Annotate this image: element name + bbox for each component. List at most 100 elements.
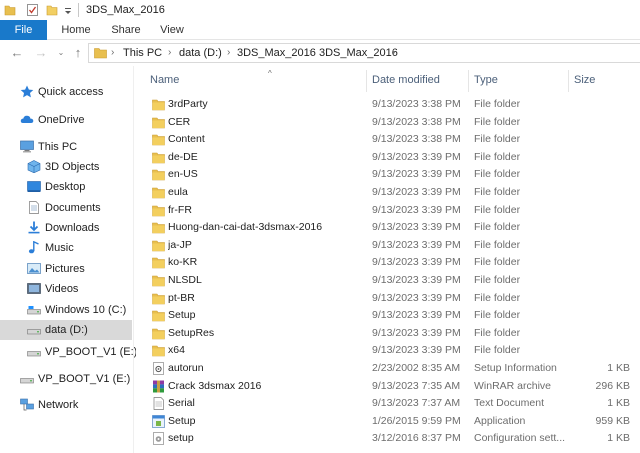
file-type: Setup Information <box>474 362 557 374</box>
file-name: Setup <box>168 414 196 427</box>
sidebar-item-this-pc[interactable]: This PC <box>0 137 132 157</box>
breadcrumb-separator: › <box>309 47 313 58</box>
column-header-type[interactable]: Type <box>474 72 566 92</box>
file-date-modified: 9/13/2023 3:39 PM <box>372 256 461 269</box>
file-date-modified: 9/13/2023 3:39 PM <box>372 291 461 304</box>
column-divider[interactable] <box>366 70 367 92</box>
tab-file[interactable]: File <box>0 20 47 40</box>
sidebar-item-vp-boot-e-root[interactable]: VP_BOOT_V1 (E:) <box>0 369 132 389</box>
table-row[interactable]: CER 9/13/2023 3:38 PM File folder <box>146 114 640 131</box>
folder-icon <box>152 275 165 287</box>
table-row[interactable]: 3rdParty 9/13/2023 3:38 PM File folder <box>146 96 640 113</box>
table-row[interactable]: pt-BR 9/13/2023 3:39 PM File folder <box>146 290 640 307</box>
file-type: Application <box>474 414 526 427</box>
sidebar-item-label: Pictures <box>45 263 85 275</box>
table-row[interactable]: eula 9/13/2023 3:39 PM File folder <box>146 184 640 201</box>
ribbon: File Home Share View <box>0 20 640 40</box>
tab-share[interactable]: Share <box>106 20 146 40</box>
tab-view[interactable]: View <box>154 20 190 40</box>
folder-icon <box>152 152 165 164</box>
new-folder-icon[interactable] <box>46 3 58 17</box>
breadcrumb-3ds-max-2016[interactable]: 3DS_Max_2016 <box>237 47 316 59</box>
table-row[interactable]: Setup 1/26/2015 9:59 PM Application 959 KB <box>146 413 640 430</box>
sidebar-item-data-d[interactable]: data (D:) <box>0 320 132 340</box>
text-document-icon <box>153 397 164 411</box>
sidebar-item-label: VP_BOOT_V1 (E:) <box>45 346 138 358</box>
sidebar-item-downloads[interactable]: Downloads <box>0 218 132 238</box>
table-row[interactable]: SetupRes 9/13/2023 3:39 PM File folder <box>146 325 640 342</box>
customize-toolbar-icon[interactable] <box>64 3 72 17</box>
table-row[interactable]: en-US 9/13/2023 3:39 PM File folder <box>146 166 640 183</box>
sidebar-item-onedrive[interactable]: OneDrive <box>0 110 132 130</box>
file-date-modified: 9/13/2023 7:37 AM <box>372 397 461 410</box>
column-divider[interactable] <box>568 70 569 92</box>
sidebar-item-label: Videos <box>45 283 79 295</box>
table-row[interactable]: x64 9/13/2023 3:39 PM File folder <box>146 342 640 359</box>
tab-home[interactable]: Home <box>56 20 96 40</box>
address-bar[interactable]: › This PC › data (D:) › 3DS_Max_2016 › 3… <box>88 43 640 63</box>
folder-icon <box>152 328 165 340</box>
table-row[interactable]: autorun 2/23/2002 8:35 AM Setup Informatio… <box>146 360 640 377</box>
file-type: File folder <box>474 238 521 251</box>
sidebar-item-label: Music <box>45 242 74 254</box>
table-row[interactable]: Huong-dan-cai-dat-3dsmax-2016 9/13/2023 3… <box>146 219 640 236</box>
breadcrumb-3ds-max-2016-current[interactable]: 3DS_Max_2016 <box>319 47 398 59</box>
documents-icon <box>29 201 39 214</box>
file-type: File folder <box>474 168 521 181</box>
file-name: Setup <box>168 309 196 322</box>
up-button[interactable]: ↑ <box>71 45 85 61</box>
column-header-size[interactable]: Size <box>574 72 634 92</box>
table-row[interactable]: Crack 3dsmax 2016 9/13/2023 7:35 AM WinRAR… <box>146 378 640 395</box>
sidebar-item-quick-access[interactable]: Quick access <box>0 82 132 102</box>
file-date-modified: 9/13/2023 3:39 PM <box>372 168 461 181</box>
file-date-modified: 9/13/2023 3:39 PM <box>372 238 461 251</box>
table-row[interactable]: Content 9/13/2023 3:38 PM File folder <box>146 131 640 148</box>
file-date-modified: 9/13/2023 3:39 PM <box>372 203 461 216</box>
sidebar-item-label: 3D Objects <box>45 161 100 173</box>
sidebar-item-pictures[interactable]: Pictures <box>0 259 132 279</box>
folder-icon[interactable] <box>4 3 16 17</box>
table-row[interactable]: ko-KR 9/13/2023 3:39 PM File folder <box>146 254 640 271</box>
sidebar-item-vp-boot-e[interactable]: VP_BOOT_V1 (E:) <box>0 342 137 362</box>
properties-icon[interactable] <box>26 3 39 17</box>
column-divider[interactable] <box>468 70 469 92</box>
folder-icon <box>152 187 165 199</box>
sidebar-item-label: data (D:) <box>45 324 88 336</box>
file-name: Serial <box>168 397 195 410</box>
table-row[interactable]: setup 3/12/2016 8:37 PM Configuration sett… <box>146 430 640 447</box>
breadcrumb-data-d[interactable]: data (D:) <box>179 47 222 59</box>
star-icon <box>20 85 34 98</box>
file-type: File folder <box>474 221 521 234</box>
table-row[interactable]: de-DE 9/13/2023 3:39 PM File folder <box>146 149 640 166</box>
file-date-modified: 9/13/2023 3:38 PM <box>372 115 461 128</box>
table-row[interactable]: fr-FR 9/13/2023 3:39 PM File folder <box>146 202 640 219</box>
table-row[interactable]: NLSDL 9/13/2023 3:39 PM File folder <box>146 272 640 289</box>
navigation-pane-divider[interactable] <box>133 66 134 453</box>
column-header-name[interactable]: Name ^ <box>150 69 360 92</box>
sidebar-item-music[interactable]: Music <box>0 238 132 258</box>
folder-icon <box>152 346 165 357</box>
sidebar-item-documents[interactable]: Documents <box>0 198 132 218</box>
forward-button[interactable]: → <box>34 45 48 61</box>
breadcrumb-separator: › <box>168 47 172 58</box>
table-row[interactable]: Serial 9/13/2023 7:37 AM Text Document 1 KB <box>146 395 640 412</box>
sidebar-item-label: Quick access <box>38 86 104 98</box>
column-header-label: Name <box>150 74 180 86</box>
breadcrumb-this-pc[interactable]: This PC <box>123 47 162 59</box>
sidebar-item-windows-c[interactable]: Windows 10 (C:) <box>0 300 132 320</box>
winrar-icon <box>153 380 164 393</box>
file-list: Name ^ Date modified Type Size 3rdParty 9… <box>136 66 640 453</box>
sidebar-item-videos[interactable]: Videos <box>0 279 132 299</box>
table-row[interactable]: Setup 9/13/2023 3:39 PM File folder <box>146 307 640 324</box>
back-button[interactable]: ← <box>10 45 24 61</box>
recent-locations-button[interactable]: ⌄ <box>54 45 68 61</box>
sidebar-item-label: Network <box>38 399 79 411</box>
sidebar-item-desktop[interactable]: Desktop <box>0 177 132 197</box>
sidebar-item-network[interactable]: Network <box>0 395 132 415</box>
title-separator <box>78 3 79 17</box>
file-date-modified: 9/13/2023 3:39 PM <box>372 344 461 357</box>
sidebar-item-3d-objects[interactable]: 3D Objects <box>0 157 132 177</box>
column-header-date[interactable]: Date modified <box>372 72 468 92</box>
table-row[interactable]: ja-JP 9/13/2023 3:39 PM File folder <box>146 237 640 254</box>
drive-icon <box>20 378 34 384</box>
